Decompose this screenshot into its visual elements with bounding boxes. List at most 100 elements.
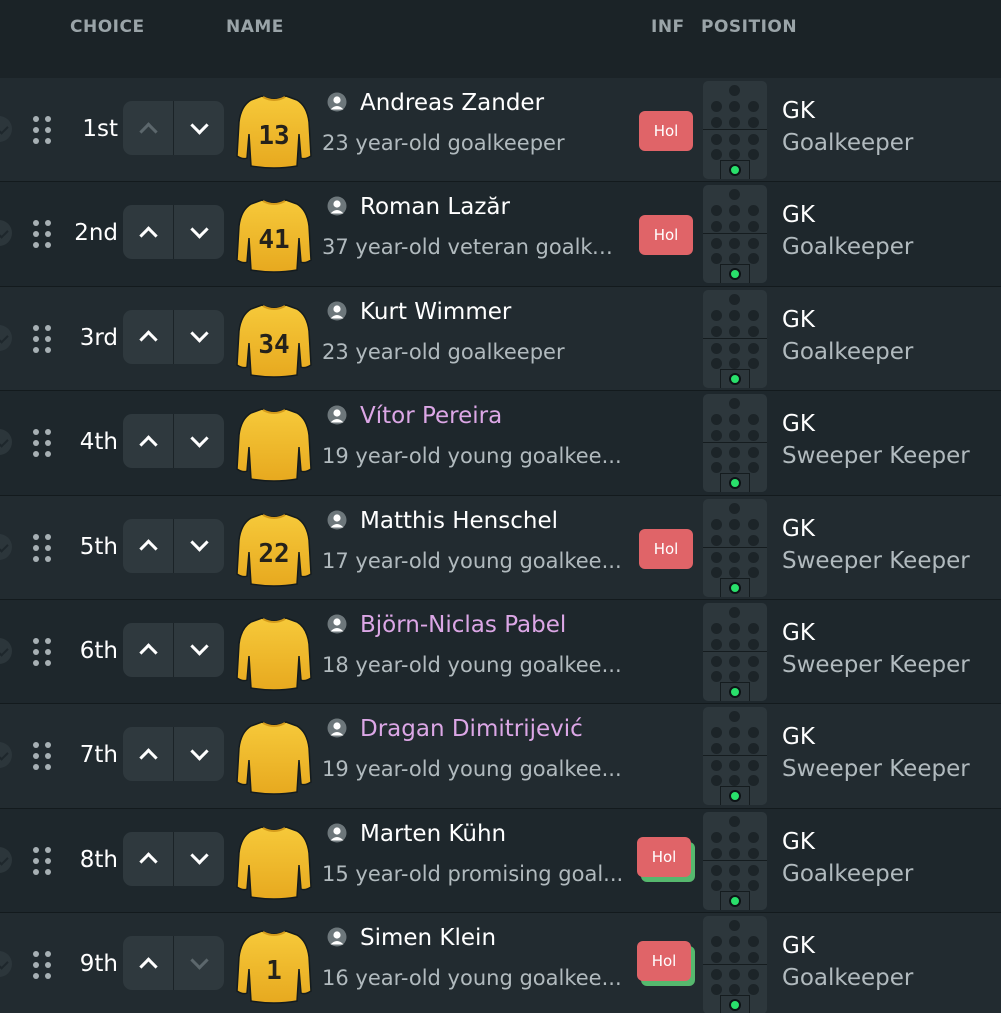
pitch-slot [748, 622, 759, 634]
position-code: GK [782, 306, 815, 333]
select-checkbox[interactable] [0, 324, 12, 351]
position-pitch-icon [703, 394, 767, 493]
player-name[interactable]: Marten Kühn [360, 821, 506, 847]
player-name[interactable]: Björn-Niclas Pabel [360, 612, 566, 638]
move-up-button[interactable] [123, 414, 173, 468]
move-up-button[interactable] [123, 310, 173, 364]
pitch-slot [729, 920, 740, 932]
move-up-button[interactable] [123, 623, 173, 677]
drag-handle-icon[interactable] [33, 637, 53, 668]
person-icon [327, 823, 347, 843]
move-up-button[interactable] [123, 832, 173, 886]
drag-handle-icon[interactable] [33, 429, 53, 459]
select-checkbox[interactable] [0, 533, 12, 560]
table-row[interactable]: 1st 13 Andreas Zander 23 year-old goalke… [0, 78, 1001, 183]
column-header-choice[interactable]: CHOICE [70, 17, 145, 37]
table-row[interactable]: 4th Vítor Pereira 19 year-old young goal… [0, 391, 1001, 496]
reorder-buttons [123, 936, 224, 991]
select-checkbox[interactable] [0, 220, 12, 247]
choice-rank: 2nd [74, 220, 118, 247]
player-name[interactable]: Simen Klein [360, 925, 496, 951]
drag-handle-icon[interactable] [33, 116, 53, 146]
move-down-button[interactable] [174, 623, 224, 677]
position-pitch-icon [703, 916, 767, 1013]
person-icon [327, 301, 347, 321]
position-pitch-icon [703, 289, 767, 388]
drag-handle-icon[interactable] [33, 742, 53, 772]
select-checkbox[interactable] [0, 951, 12, 978]
move-down-button[interactable] [174, 936, 224, 990]
inf-badge[interactable]: Hol [639, 528, 693, 569]
table-row[interactable]: 6th Björn-Niclas Pabel 18 year-old young… [0, 599, 1001, 705]
drag-handle-icon[interactable] [33, 951, 53, 981]
position-pitch-icon [703, 811, 767, 910]
move-down-button[interactable] [174, 414, 224, 468]
move-up-button[interactable] [123, 519, 173, 573]
drag-handle-icon[interactable] [33, 533, 53, 564]
pitch-slot [729, 984, 740, 996]
pitch-slot [729, 727, 740, 739]
pitch-slot [711, 134, 722, 145]
shirt-icon: 34 [236, 303, 312, 378]
player-description: 15 year-old promising goal... [322, 861, 624, 886]
inf-badge[interactable]: Hol [637, 941, 691, 982]
move-down-button[interactable] [174, 101, 224, 155]
chevron-down-icon [189, 533, 209, 552]
column-header-name[interactable]: NAME [226, 17, 284, 37]
pitch-slot [711, 984, 722, 996]
move-up-button[interactable] [123, 727, 173, 781]
player-name[interactable]: Dragan Dimitrijević [360, 716, 583, 742]
drag-handle-icon[interactable] [33, 220, 53, 250]
move-down-button[interactable] [174, 832, 224, 886]
table-row[interactable]: 7th Dragan Dimitrijević 19 year-old youn… [0, 704, 1001, 809]
chevron-up-icon [138, 852, 158, 871]
pitch-slot [748, 357, 759, 369]
select-checkbox[interactable] [0, 116, 12, 142]
table-row[interactable]: 2nd 41 Roman Lazăr 37 year-old veteran g… [0, 182, 1001, 287]
position-role: Sweeper Keeper [782, 756, 970, 783]
table-row[interactable]: 3rd 34 Kurt Wimmer 23 year-old goalkeepe… [0, 286, 1001, 392]
pitch-slot [729, 534, 740, 546]
shirt-number: 22 [258, 539, 289, 569]
reorder-buttons [123, 727, 224, 782]
table-row[interactable]: 8th Marten Kühn 15 year-old promising go… [0, 808, 1001, 914]
table-row[interactable]: 5th 22 Matthis Henschel 17 year-old youn… [0, 495, 1001, 600]
move-down-button[interactable] [174, 205, 224, 259]
select-checkbox[interactable] [0, 637, 12, 664]
position-dot [729, 164, 741, 176]
move-down-button[interactable] [174, 519, 224, 573]
player-name[interactable]: Roman Lazăr [360, 194, 510, 220]
chevron-down-icon [189, 115, 209, 135]
select-checkbox[interactable] [0, 846, 12, 873]
pitch-slot [711, 462, 722, 474]
select-checkbox[interactable] [0, 742, 12, 769]
position-code: GK [782, 202, 815, 229]
select-checkbox[interactable] [0, 429, 12, 456]
inf-badge[interactable]: Hol [637, 836, 691, 877]
move-up-button[interactable] [123, 936, 173, 990]
pitch-slot [748, 566, 759, 578]
drag-handle-icon[interactable] [33, 324, 53, 355]
player-name[interactable]: Matthis Henschel [360, 508, 558, 534]
move-down-button[interactable] [174, 310, 224, 364]
inf-badge[interactable]: Hol [639, 111, 693, 151]
pitch-slot [711, 969, 722, 981]
inf-badge[interactable]: Hol [639, 215, 693, 256]
column-header-inf[interactable]: INF [651, 17, 685, 37]
drag-handle-icon[interactable] [33, 846, 53, 877]
pitch-slot [748, 205, 759, 217]
player-name[interactable]: Andreas Zander [360, 90, 544, 116]
choice-rank: 4th [79, 429, 118, 456]
move-up-button[interactable] [123, 101, 173, 155]
move-down-button[interactable] [174, 727, 224, 781]
pitch-slot [711, 309, 722, 321]
shirt-number: 13 [258, 121, 289, 151]
player-name[interactable]: Vítor Pereira [360, 403, 502, 429]
table-row[interactable]: 9th 1 Simen Klein 16 year-old young goal… [0, 913, 1001, 1013]
player-name[interactable]: Kurt Wimmer [360, 299, 511, 325]
position-role: Goalkeeper [782, 338, 914, 365]
move-up-button[interactable] [123, 205, 173, 259]
choice-rank: 5th [79, 533, 118, 560]
pitch-slot [729, 447, 740, 459]
column-header-position[interactable]: POSITION [701, 17, 797, 37]
